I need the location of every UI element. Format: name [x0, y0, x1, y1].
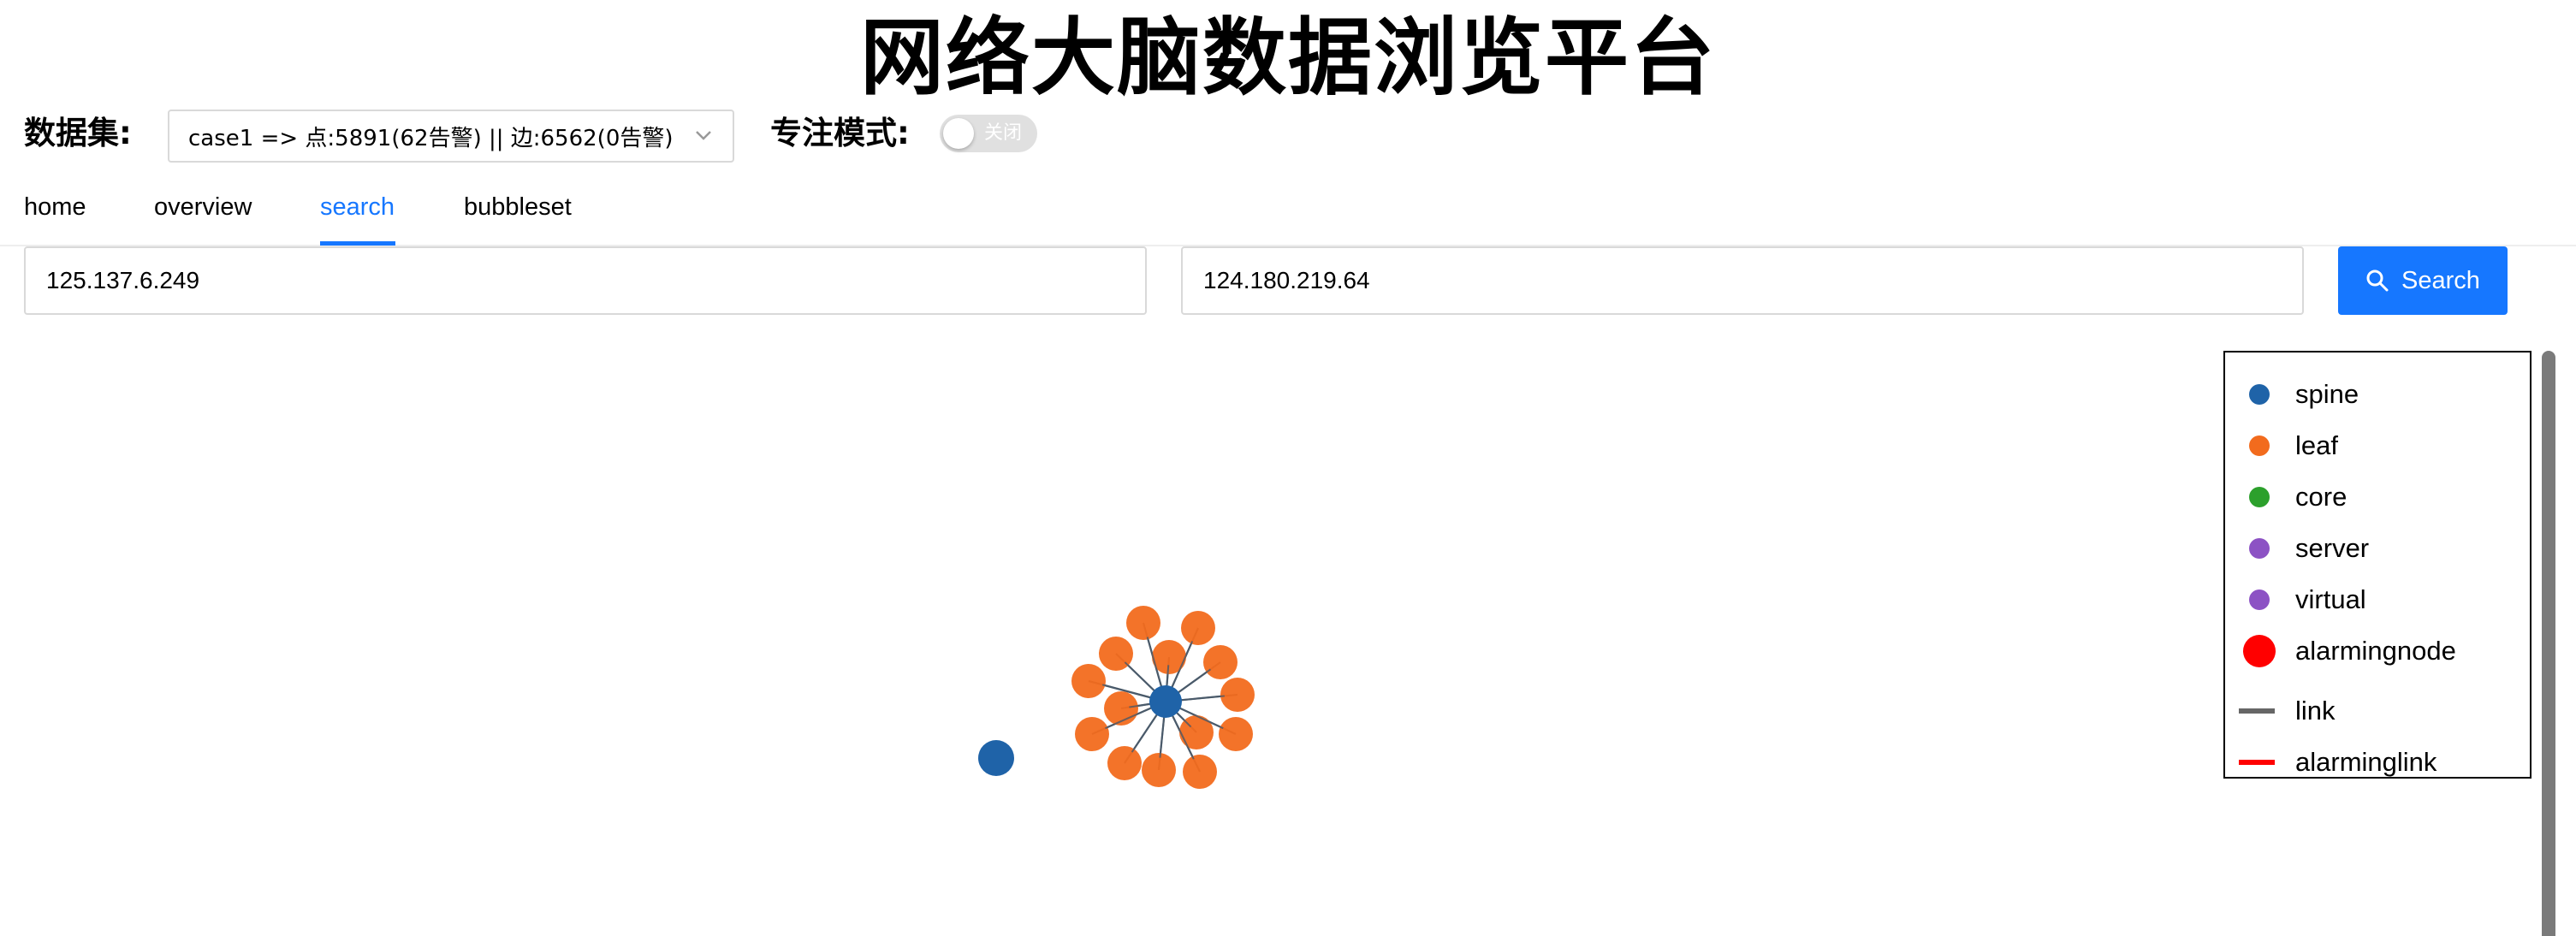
- legend-marker-spine: [2249, 384, 2270, 405]
- dataset-select-value: case1 => 点:5891(62告警) || 边:6562(0告警): [188, 125, 674, 151]
- legend-label-spine: spine: [2295, 379, 2359, 409]
- page: 网络大脑数据浏览平台 数据集: case1 => 点:5891(62告警) ||…: [0, 0, 2576, 936]
- tab-bubbleset[interactable]: bubbleset: [464, 190, 572, 224]
- legend-marker-virtual: [2249, 589, 2270, 610]
- toggle-knob: [943, 118, 974, 149]
- target-ip-input[interactable]: [1181, 246, 2304, 315]
- focus-mode-toggle[interactable]: 关闭: [940, 115, 1037, 152]
- legend-item-server: server: [2225, 527, 2530, 570]
- legend-marker-core: [2249, 487, 2270, 507]
- graph-node-leaf[interactable]: [1203, 645, 1238, 679]
- scrollbar[interactable]: [2542, 351, 2555, 936]
- graph-node-leaf[interactable]: [1071, 664, 1106, 698]
- legend-marker-link: [2239, 708, 2275, 714]
- legend-label-core: core: [2295, 482, 2347, 512]
- chevron-down-icon: [696, 131, 711, 140]
- legend-label-alarminglink: alarminglink: [2295, 747, 2437, 777]
- legend-marker-server: [2249, 538, 2270, 559]
- graph-node-leaf[interactable]: [1126, 606, 1160, 640]
- legend-marker-leaf: [2249, 435, 2270, 456]
- legend-item-core: core: [2225, 476, 2530, 518]
- graph-node-leaf[interactable]: [1183, 755, 1217, 789]
- tab-overview[interactable]: overview: [154, 190, 252, 224]
- graph-node-spine-hub[interactable]: [1149, 685, 1182, 718]
- search-icon: [2366, 270, 2389, 292]
- legend-item-spine: spine: [2225, 373, 2530, 416]
- network-graph[interactable]: [0, 342, 2533, 936]
- graph-node-spine-isolated[interactable]: [978, 740, 1014, 776]
- legend-item-link: link: [2225, 690, 2530, 732]
- legend-item-leaf: leaf: [2225, 424, 2530, 467]
- legend-label-server: server: [2295, 533, 2370, 563]
- tab-bar: home overview search bubbleset: [0, 171, 2576, 246]
- page-title: 网络大脑数据浏览平台: [859, 9, 1716, 107]
- graph-node-leaf[interactable]: [1075, 717, 1109, 751]
- legend: spine leaf core server virtual alarmingnode li…: [2223, 351, 2531, 779]
- search-button[interactable]: Search: [2338, 246, 2508, 315]
- dataset-label: 数据集:: [24, 115, 132, 151]
- graph-node-leaf[interactable]: [1220, 678, 1255, 712]
- legend-label-virtual: virtual: [2295, 584, 2366, 614]
- graph-node-leaf[interactable]: [1142, 753, 1176, 787]
- graph-node-leaf[interactable]: [1219, 717, 1253, 751]
- legend-label-link: link: [2295, 696, 2336, 726]
- graph-nodes: [978, 606, 1255, 789]
- legend-item-alarminglink: alarminglink: [2225, 741, 2530, 784]
- focus-mode-label: 专注模式:: [770, 115, 910, 151]
- legend-marker-alarmingnode: [2243, 635, 2276, 667]
- legend-item-virtual: virtual: [2225, 578, 2530, 621]
- tab-search[interactable]: search: [320, 190, 395, 224]
- graph-node-leaf[interactable]: [1181, 611, 1215, 645]
- legend-label-leaf: leaf: [2295, 430, 2338, 460]
- legend-label-alarmingnode: alarmingnode: [2295, 636, 2456, 666]
- active-tab-indicator: [320, 241, 395, 246]
- legend-item-alarmingnode: alarmingnode: [2225, 630, 2530, 672]
- graph-node-leaf[interactable]: [1107, 746, 1142, 780]
- tab-home[interactable]: home: [24, 190, 86, 224]
- legend-marker-alarminglink: [2239, 760, 2275, 765]
- search-button-label: Search: [2401, 266, 2480, 294]
- source-ip-input[interactable]: [24, 246, 1147, 315]
- focus-mode-toggle-text: 关闭: [984, 122, 1023, 144]
- dataset-select[interactable]: case1 => 点:5891(62告警) || 边:6562(0告警): [168, 110, 734, 163]
